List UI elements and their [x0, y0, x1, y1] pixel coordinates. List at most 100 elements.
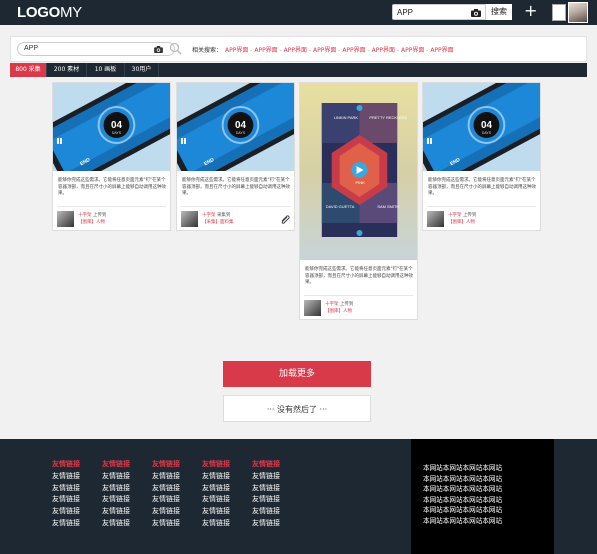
related-search-link[interactable]: APP界面: [372, 47, 395, 54]
card-divider: [304, 295, 413, 296]
tab-boards[interactable]: 10 画板: [87, 63, 125, 77]
footer-site-text: 本网站本网站本网站本网站: [423, 506, 503, 514]
pin-card[interactable]: LINKIN PARK PRETTY RECKLESS PINK DAVID G…: [299, 82, 418, 320]
footer-link[interactable]: 友情链接: [202, 494, 247, 506]
card-author: 十字架 上传到 【图库】人物: [427, 211, 538, 227]
footer-link[interactable]: 友情链接: [252, 494, 297, 506]
card-image[interactable]: LINKIN PARK PRETTY RECKLESS PINK DAVID G…: [300, 83, 417, 260]
footer-link[interactable]: 友情链接: [252, 506, 297, 518]
related-search-link[interactable]: APP界面: [254, 47, 277, 54]
footer-site-text: 本网站本网站本网站本网站: [423, 516, 503, 525]
author-name[interactable]: 十字架: [448, 213, 462, 218]
footer-link[interactable]: 友情链接: [202, 471, 247, 483]
poster-right-top: PRETTY RECKLESS: [369, 115, 407, 120]
pin-card[interactable]: 04 DAYS END 能够你完成这些需求。它能将任意页面元素"钉"在某个容器顶…: [52, 82, 171, 231]
tab-collections[interactable]: 800 采集: [10, 63, 47, 77]
author-line: 十字架 上传到: [78, 212, 106, 218]
footer-link[interactable]: 友情链接: [52, 506, 97, 518]
author-avatar[interactable]: [181, 211, 198, 227]
site-logo[interactable]: LOGOMY: [17, 4, 82, 21]
top-search-input[interactable]: APP: [397, 8, 413, 17]
top-search-button[interactable]: 搜索: [485, 4, 512, 20]
related-search-link[interactable]: APP界面: [225, 47, 248, 54]
author-category[interactable]: 【采集】面料集: [202, 219, 234, 225]
related-search-link[interactable]: APP界面: [313, 47, 336, 54]
card-image[interactable]: 04 DAYS END: [177, 83, 294, 171]
author-name[interactable]: 十字架: [325, 302, 339, 307]
poster-left-bottom: DAVID GUETTA: [326, 204, 355, 209]
load-more-button[interactable]: 加载更多: [223, 361, 371, 387]
footer-link[interactable]: 友情链接: [202, 506, 247, 518]
footer-link[interactable]: 友情链接: [152, 471, 197, 483]
author-avatar[interactable]: [57, 211, 74, 227]
footer-link[interactable]: 友情链接: [52, 483, 97, 495]
footer-site-info: 本网站本网站本网站本网站 本网站本网站本网站本网站 本网站本网站本网站本网站 本网站本…: [411, 439, 554, 554]
footer-column-heading: 友情链接: [202, 460, 230, 468]
camera-icon[interactable]: [471, 9, 481, 17]
author-category[interactable]: 【图库】人物: [78, 219, 105, 225]
footer-link[interactable]: 友情链接: [202, 483, 247, 495]
pin-card[interactable]: 04 DAYS END 能够你完成这些需求。它能将任意页面元素"钉"在某个容器顶…: [176, 82, 295, 231]
footer-link[interactable]: 友情链接: [152, 518, 197, 530]
footer: 友情链接 友情链接 友情链接 友情链接 友情链接 友情链接 友情链接 友情链接 友情链接 友情链接…: [0, 439, 597, 554]
search-input[interactable]: APP: [24, 45, 38, 52]
plus-icon[interactable]: +: [524, 3, 537, 19]
related-label: 相关搜索：: [192, 47, 223, 54]
footer-link-column: 友情链接 友情链接 友情链接 友情链接 友情链接 友情链接: [152, 459, 197, 529]
footer-link[interactable]: 友情链接: [102, 506, 147, 518]
pin-card[interactable]: 04 DAYS END 能够你完成这些需求。它能将任意页面元素"钉"在某个容器顶…: [422, 82, 541, 231]
author-avatar[interactable]: [304, 300, 321, 316]
card-image[interactable]: 04 DAYS END: [423, 83, 540, 171]
footer-link[interactable]: 友情链接: [152, 494, 197, 506]
camera-icon[interactable]: [154, 46, 163, 53]
footer-link[interactable]: 友情链接: [52, 494, 97, 506]
card-image[interactable]: 04 DAYS END: [53, 83, 170, 171]
card-image-wrap: LINKIN PARK PRETTY RECKLESS PINK DAVID G…: [300, 83, 417, 260]
author-line: 十字架 采集到: [202, 212, 230, 218]
related-search-link[interactable]: APP界面: [430, 47, 453, 54]
footer-column-heading: 友情链接: [102, 460, 130, 468]
phone-days-unit: DAYS: [112, 131, 122, 135]
footer-link[interactable]: 友情链接: [102, 483, 147, 495]
card-image-wrap: 04 DAYS END: [423, 83, 540, 171]
footer-link[interactable]: 友情链接: [252, 471, 297, 483]
avatar[interactable]: [568, 2, 588, 23]
author-avatar[interactable]: [427, 211, 444, 227]
footer-link[interactable]: 友情链接: [252, 518, 297, 530]
footer-link[interactable]: 友情链接: [202, 518, 247, 530]
footer-link[interactable]: 友情链接: [102, 471, 147, 483]
paperclip-icon[interactable]: [280, 214, 291, 225]
footer-link[interactable]: 友情链接: [152, 506, 197, 518]
related-search-link[interactable]: APP界面: [401, 47, 424, 54]
author-category[interactable]: 【图库】人物: [448, 219, 475, 225]
footer-link-column: 友情链接 友情链接 友情链接 友情链接 友情链接 友情链接: [252, 459, 297, 529]
tab-materials[interactable]: 200 素材: [47, 63, 87, 77]
footer-column-heading: 友情链接: [152, 460, 180, 468]
related-search-link[interactable]: APP界面: [284, 47, 307, 54]
user-menu-box[interactable]: [552, 4, 566, 21]
footer-link[interactable]: 友情链接: [52, 518, 97, 530]
footer-link[interactable]: 友情链接: [102, 518, 147, 530]
footer-site-text: 本网站本网站本网站本网站: [423, 495, 503, 504]
search-icon[interactable]: [169, 42, 182, 55]
card-image-wrap: 04 DAYS END: [53, 83, 170, 171]
author-line: 十字架 上传到: [325, 301, 353, 307]
author-name[interactable]: 十字架: [78, 213, 92, 218]
card-description: 能够你完成这些需求。它能将任意页面元素"钉"在某个容器顶部，而且在尺寸小的屏幕上…: [428, 178, 536, 196]
tab-users[interactable]: 30用户: [125, 63, 159, 77]
footer-link[interactable]: 友情链接: [152, 483, 197, 495]
related-search-link[interactable]: APP界面: [342, 47, 365, 54]
poster-left-top: LINKIN PARK: [334, 115, 359, 120]
poster-right-bottom: SAM SMITH: [377, 204, 399, 209]
author-name[interactable]: 十字架: [202, 213, 216, 218]
author-action: 上传到: [92, 213, 107, 218]
footer-link[interactable]: 友情链接: [52, 471, 97, 483]
footer-link[interactable]: 友情链接: [102, 494, 147, 506]
author-action: 上传到: [339, 302, 354, 307]
search-input-wrapper: APP: [17, 42, 175, 56]
related-searches: 相关搜索： APP界面 - APP界面 - APP界面 - APP界面 - APP…: [192, 45, 454, 54]
footer-link[interactable]: 友情链接: [252, 483, 297, 495]
card-divider: [181, 206, 290, 207]
search-panel: APP 相关搜索： APP界面 - APP界面 - APP界面 - APP界面 -…: [10, 36, 587, 62]
author-category[interactable]: 【图库】人物: [325, 308, 352, 314]
